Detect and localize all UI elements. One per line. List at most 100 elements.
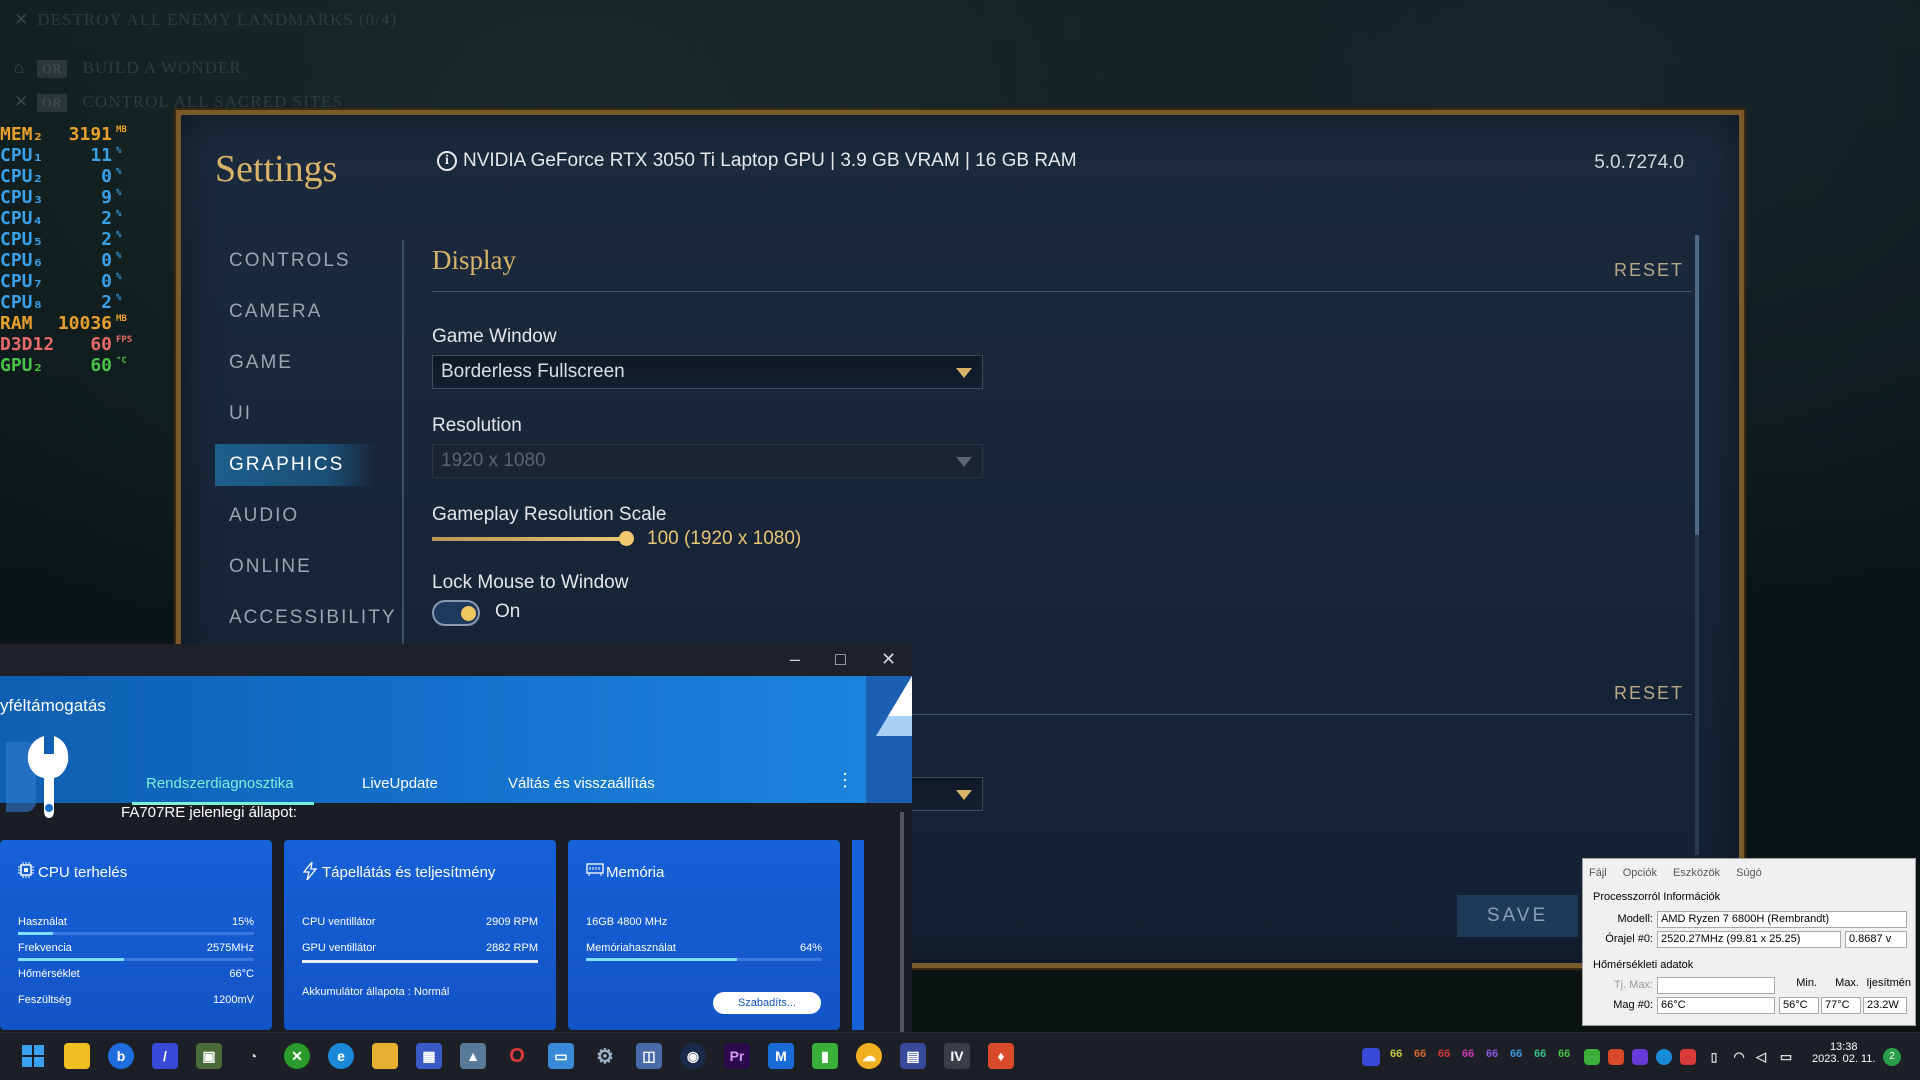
premiere-icon[interactable]: Pr <box>724 1043 750 1069</box>
support-scrollbar[interactable] <box>900 812 904 1032</box>
overlay-row: D3D12 60 FPS <box>0 334 140 355</box>
clock-date: 2023. 02. 11. <box>1812 1053 1876 1065</box>
maximize-button[interactable]: □ <box>835 649 846 670</box>
nav-game[interactable]: GAME <box>215 342 375 384</box>
settings-scroll-thumb[interactable] <box>1695 235 1699 535</box>
settings-scrollbar[interactable] <box>1695 235 1699 855</box>
app-icon-4[interactable]: ♦ <box>988 1043 1014 1069</box>
app-icon-3[interactable]: M <box>768 1043 794 1069</box>
clock-value: 2520.27MHz (99.81 x 25.25) <box>1657 931 1841 948</box>
close-icon: ✕ <box>14 92 30 111</box>
battery-icon[interactable]: ▭ <box>1776 1048 1796 1066</box>
tray-gpu-icon[interactable] <box>1362 1048 1380 1066</box>
gauge-icon[interactable]: ◔ <box>240 1043 266 1069</box>
resolution-scale-track[interactable] <box>432 537 622 541</box>
tray-nvidia-icon[interactable] <box>1584 1049 1600 1065</box>
app-icon-2[interactable]: ◫ <box>636 1043 662 1069</box>
nav-graphics[interactable]: GRAPHICS <box>215 444 375 486</box>
chevron-down-icon <box>956 790 972 800</box>
menu-help[interactable]: Súgó <box>1736 867 1762 879</box>
wonder-icon: ⌂ <box>14 58 26 77</box>
power-performance-card[interactable]: Tápellátás és teljesítmény CPU ventillát… <box>284 840 556 1030</box>
objective-landmarks: ✕ DESTROY ALL ENEMY LANDMARKS (0/4) <box>14 10 398 29</box>
save-button[interactable]: SAVE <box>1457 895 1578 937</box>
nav-accessibility[interactable]: ACCESSIBILITY <box>215 597 395 639</box>
menu-options[interactable]: Opciók <box>1623 867 1657 879</box>
armoury-icon[interactable]: / <box>152 1043 178 1069</box>
free-memory-button[interactable]: Szabadíts... <box>713 992 821 1014</box>
edge-icon[interactable]: e <box>328 1043 354 1069</box>
tab-diagnostics[interactable]: Rendszerdiagnosztika <box>146 775 294 792</box>
cpu-fan-row: CPU ventillátor 2909 RPM <box>302 916 538 928</box>
close-button[interactable]: ✕ <box>881 649 896 670</box>
tray-onenote-icon[interactable] <box>1632 1049 1648 1065</box>
weather-icon[interactable]: ☁ <box>856 1043 882 1069</box>
monitor-icon[interactable]: ▭ <box>548 1043 574 1069</box>
lock-mouse-toggle[interactable] <box>432 600 480 626</box>
cpu-icon <box>18 862 34 878</box>
xbox-icon[interactable]: ✕ <box>284 1043 310 1069</box>
resolution-scale-handle[interactable] <box>619 531 634 546</box>
max-column-header: Max. <box>1835 977 1859 989</box>
cpu-load-card[interactable]: CPU terhelés Használat 15% Frekvencia 25… <box>0 840 272 1030</box>
cpu-temperature-row: Hőmérséklet 66°C <box>18 968 254 980</box>
overlay-unit: FPS <box>116 335 133 345</box>
tray-temp-8: 66 <box>1558 1048 1571 1060</box>
overlay-label: CPU₂ <box>0 166 44 187</box>
game-icon[interactable]: ▣ <box>196 1043 222 1069</box>
tab-liveupdate[interactable]: LiveUpdate <box>362 775 438 792</box>
system-clock[interactable]: 13:38 2023. 02. 11. <box>1812 1041 1875 1065</box>
windows-start-icon[interactable] <box>20 1043 46 1069</box>
app-icon[interactable]: b <box>108 1043 134 1069</box>
file-explorer-icon[interactable] <box>372 1043 398 1069</box>
sticky-notes-icon[interactable] <box>64 1043 90 1069</box>
memory-usage-row: Memóriahasználat 64% <box>586 942 822 954</box>
overlay-unit: % <box>116 272 122 282</box>
nav-online[interactable]: ONLINE <box>215 546 375 588</box>
settings-title: Settings <box>215 148 338 190</box>
gear-icon[interactable]: ⚙ <box>592 1043 618 1069</box>
game-app-icon[interactable]: IV <box>944 1043 970 1069</box>
nav-camera[interactable]: CAMERA <box>215 291 375 333</box>
nvidia-icon[interactable]: ▮ <box>812 1043 838 1069</box>
nav-ui[interactable]: UI <box>215 393 375 435</box>
store-icon[interactable]: ▦ <box>416 1043 442 1069</box>
chevron-down-icon <box>956 368 972 378</box>
menu-tools[interactable]: Eszközök <box>1673 867 1720 879</box>
tray-app-icon[interactable] <box>1608 1049 1624 1065</box>
overlay-row: CPU₆ 0% <box>0 250 140 271</box>
more-options-icon[interactable]: ⋮ <box>836 770 854 791</box>
tab-switch-restore[interactable]: Váltás és visszaállítás <box>508 775 655 792</box>
overlay-value: 0 <box>101 250 112 271</box>
memory-card[interactable]: Memória 16GB 4800 MHz Memóriahasználat 6… <box>568 840 840 1030</box>
corner-graphic <box>876 676 912 736</box>
next-card-partial[interactable] <box>852 840 864 1030</box>
overlay-value: 2 <box>101 292 112 313</box>
info-icon[interactable]: i <box>437 151 457 171</box>
game-window-dropdown[interactable]: Borderless Fullscreen <box>432 355 983 389</box>
tray-security-icon[interactable] <box>1680 1049 1696 1065</box>
menu-file[interactable]: Fájl <box>1589 867 1607 879</box>
wifi-icon[interactable]: ◠ <box>1730 1048 1748 1066</box>
resolution-dropdown: 1920 x 1080 <box>432 444 983 478</box>
photos-icon[interactable]: ▲ <box>460 1043 486 1069</box>
cpu-usage-fill <box>18 932 54 935</box>
overlay-unit: % <box>116 230 122 240</box>
minimize-button[interactable]: – <box>790 649 800 670</box>
steam-icon[interactable]: ◉ <box>680 1043 706 1069</box>
nav-controls[interactable]: CONTROLS <box>215 240 375 282</box>
speaker-icon[interactable]: ◁ <box>1752 1048 1770 1066</box>
cpu-frequency-bar <box>18 958 254 961</box>
overlay-unit: MB <box>116 314 127 324</box>
usb-icon[interactable]: ▯ <box>1706 1049 1722 1065</box>
reset-display-button[interactable]: RESET <box>1614 260 1684 281</box>
tray-temp-6: 66 <box>1510 1048 1523 1060</box>
save-disk-icon[interactable]: ▤ <box>900 1043 926 1069</box>
overlay-label: MEM₂ <box>0 124 44 145</box>
tray-edge-icon[interactable] <box>1656 1049 1672 1065</box>
overlay-unit: MB <box>116 125 127 135</box>
reset-second-button[interactable]: RESET <box>1614 683 1684 704</box>
notification-badge[interactable]: 2 <box>1883 1048 1901 1066</box>
nav-audio[interactable]: AUDIO <box>215 495 375 537</box>
opera-icon[interactable]: O <box>504 1043 530 1069</box>
